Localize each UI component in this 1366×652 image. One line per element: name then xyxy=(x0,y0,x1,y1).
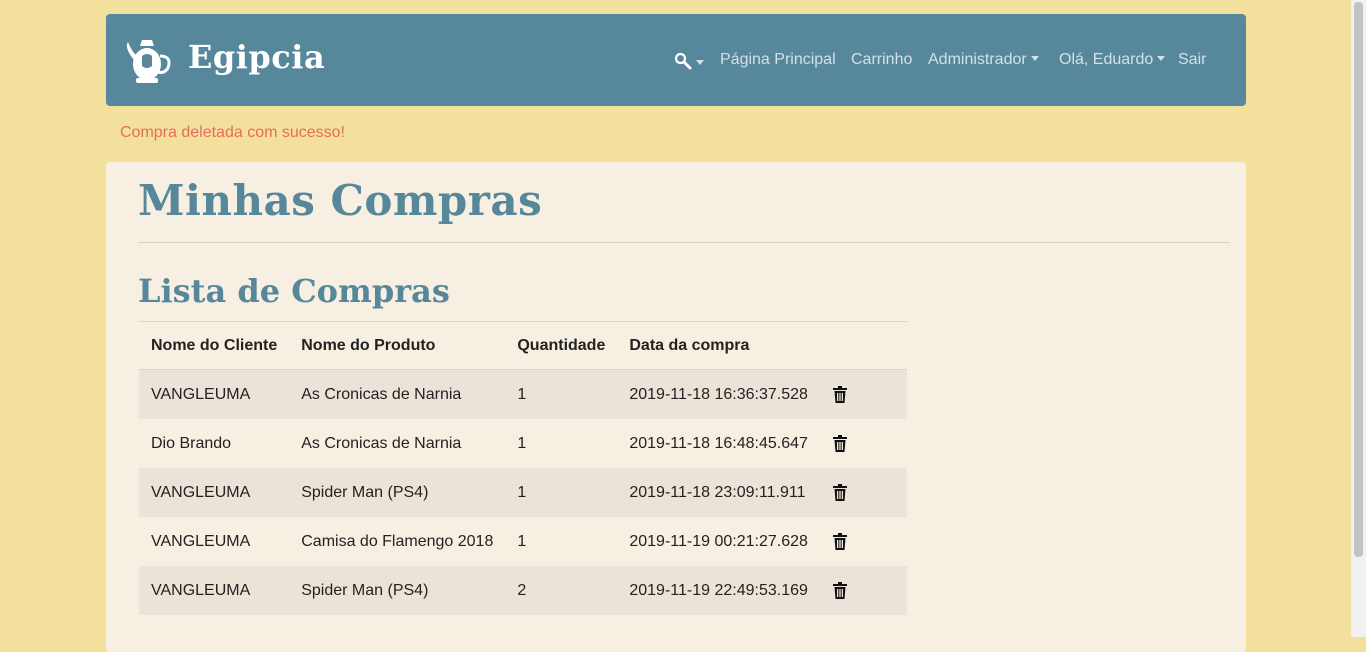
search-icon xyxy=(674,52,692,70)
chevron-down-icon xyxy=(696,60,704,65)
table-header-row: Nome do Cliente Nome do Produto Quantida… xyxy=(139,321,907,370)
cell-product: Spider Man (PS4) xyxy=(301,483,429,501)
trash-icon[interactable] xyxy=(833,533,848,550)
cell-product: Camisa do Flamengo 2018 xyxy=(301,532,494,550)
chevron-down-icon xyxy=(1030,55,1039,61)
table-row: VANGLEUMA As Cronicas de Narnia 1 2019-1… xyxy=(139,369,907,420)
cell-actions xyxy=(821,468,907,517)
column-header-date: Data da compra xyxy=(617,321,822,370)
table-row: VANGLEUMA Spider Man (PS4) 1 2019-11-18 … xyxy=(139,468,907,517)
trash-icon[interactable] xyxy=(833,386,848,403)
cell-client: VANGLEUMA xyxy=(151,385,251,403)
cell-quantity: 1 xyxy=(517,434,527,452)
cell-actions xyxy=(821,370,907,420)
trash-icon[interactable] xyxy=(833,582,848,599)
column-header-product: Nome do Produto xyxy=(289,321,506,370)
column-header-quantity: Quantidade xyxy=(505,321,618,370)
cell-date: 2019-11-19 22:49:53.169 xyxy=(629,581,808,599)
cell-date: 2019-11-19 00:21:27.628 xyxy=(629,532,808,550)
cell-quantity: 1 xyxy=(517,483,527,501)
cell-product: Spider Man (PS4) xyxy=(301,581,429,599)
nav-admin-dropdown[interactable]: Administrador xyxy=(928,48,1039,72)
page-title: Minhas Compras xyxy=(138,176,543,225)
nav-user-dropdown[interactable]: Olá, Eduardo xyxy=(1059,48,1166,72)
column-header-actions xyxy=(821,321,907,370)
nav-user-label: Olá, Eduardo xyxy=(1059,51,1154,68)
section-title: Lista de Compras xyxy=(138,272,450,310)
scrollbar-thumb[interactable] xyxy=(1354,2,1363,557)
trash-icon[interactable] xyxy=(833,484,848,501)
cell-quantity: 1 xyxy=(517,532,527,550)
nav-home-link[interactable]: Página Principal xyxy=(720,48,836,72)
cell-product: As Cronicas de Narnia xyxy=(301,434,462,452)
nav-menu: Página Principal Carrinho Administrador … xyxy=(106,48,1246,72)
flash-message: Compra deletada com sucesso! xyxy=(120,124,345,141)
cell-quantity: 1 xyxy=(517,385,527,403)
cell-client: Dio Brando xyxy=(151,434,232,452)
nav-logout-link[interactable]: Sair xyxy=(1178,48,1206,72)
cell-client: VANGLEUMA xyxy=(151,483,251,501)
table-row: VANGLEUMA Spider Man (PS4) 2 2019-11-19 … xyxy=(139,566,907,615)
chevron-down-icon xyxy=(1157,55,1166,61)
cell-client: VANGLEUMA xyxy=(151,532,251,550)
cell-quantity: 2 xyxy=(517,581,527,599)
cell-product: As Cronicas de Narnia xyxy=(301,385,462,403)
purchases-table: Nome do Cliente Nome do Produto Quantida… xyxy=(139,321,907,615)
cell-actions xyxy=(821,419,907,468)
title-divider xyxy=(138,242,1230,243)
cell-date: 2019-11-18 16:48:45.647 xyxy=(629,434,808,452)
cell-date: 2019-11-18 23:09:11.911 xyxy=(629,483,806,501)
nav-admin-label: Administrador xyxy=(928,51,1027,68)
navbar: Egipcia Página Principal Carrinho Admini… xyxy=(106,14,1246,106)
trash-icon[interactable] xyxy=(833,435,848,452)
cell-actions xyxy=(821,517,907,566)
cell-date: 2019-11-18 16:36:37.528 xyxy=(629,385,808,403)
nav-cart-link[interactable]: Carrinho xyxy=(851,48,912,72)
main-card: Minhas Compras Lista de Compras Nome do … xyxy=(106,162,1246,652)
column-header-client: Nome do Cliente xyxy=(139,321,290,370)
table-row: Dio Brando As Cronicas de Narnia 1 2019-… xyxy=(139,419,907,468)
table-row: VANGLEUMA Camisa do Flamengo 2018 1 2019… xyxy=(139,517,907,566)
search-dropdown[interactable] xyxy=(674,50,708,72)
cell-client: VANGLEUMA xyxy=(151,581,251,599)
page-scrollbar[interactable] xyxy=(1351,0,1366,637)
cell-actions xyxy=(821,566,907,615)
